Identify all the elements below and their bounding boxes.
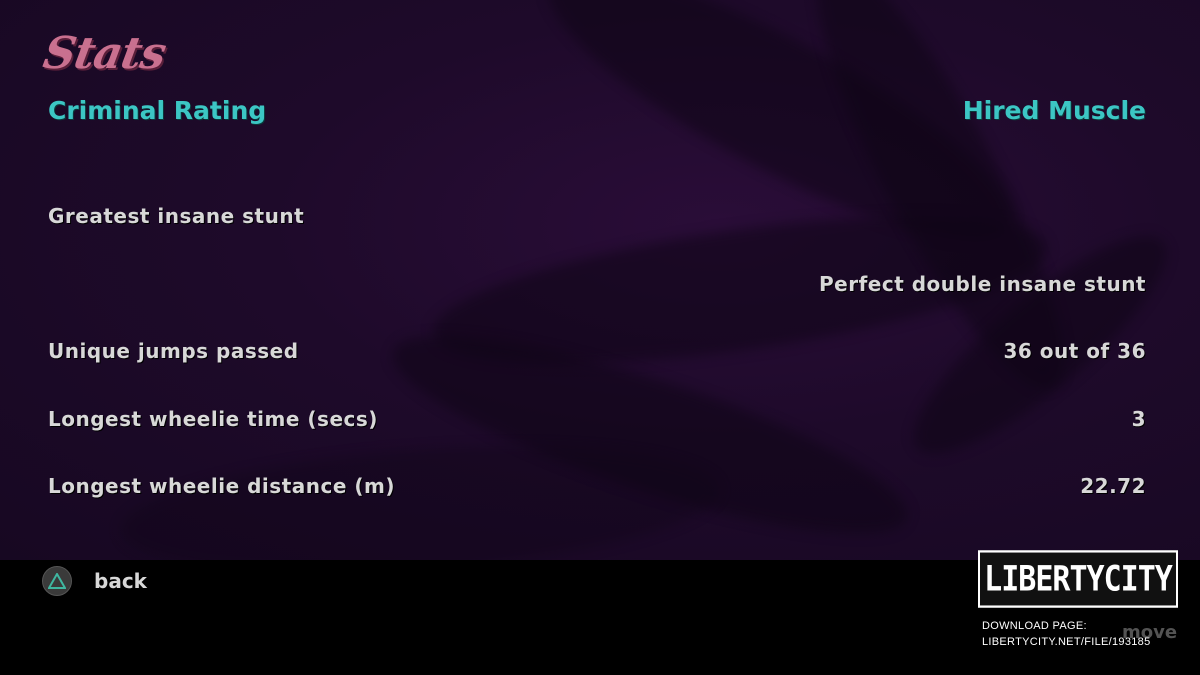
criminal-rating-label: Criminal Rating bbox=[48, 96, 267, 125]
stat-value-wheelie-distance: 22.72 bbox=[1080, 474, 1146, 498]
back-label: back bbox=[94, 569, 147, 593]
stat-label-wheelie-distance: Longest wheelie distance (m) bbox=[48, 474, 395, 498]
stat-value-wheelie-time: 3 bbox=[1131, 407, 1146, 431]
criminal-rating-value: Hired Muscle bbox=[962, 96, 1146, 125]
stat-label-unique-jumps: Unique jumps passed bbox=[48, 339, 299, 363]
page-title: Stats bbox=[39, 28, 170, 79]
stats-panel: Stats Criminal Rating Hired Muscle Great… bbox=[0, 0, 1200, 560]
stat-label-greatest-stunt: Greatest insane stunt bbox=[48, 204, 305, 228]
watermark-url: LIBERTYCITY.NET/FILE/193185 bbox=[982, 636, 1151, 648]
stat-label-wheelie-time: Longest wheelie time (secs) bbox=[48, 407, 378, 431]
stats-screen: Stats Criminal Rating Hired Muscle Great… bbox=[0, 0, 1200, 675]
stat-value-unique-jumps: 36 out of 36 bbox=[1003, 339, 1146, 363]
stat-value-stunt-detail: Perfect double insane stunt bbox=[819, 272, 1146, 296]
libertycity-logo: LIBERTYCITY bbox=[978, 550, 1178, 608]
triangle-button-icon[interactable] bbox=[42, 566, 72, 596]
watermark-download-label: DOWNLOAD PAGE: bbox=[982, 620, 1087, 632]
back-button[interactable]: back bbox=[42, 565, 147, 597]
